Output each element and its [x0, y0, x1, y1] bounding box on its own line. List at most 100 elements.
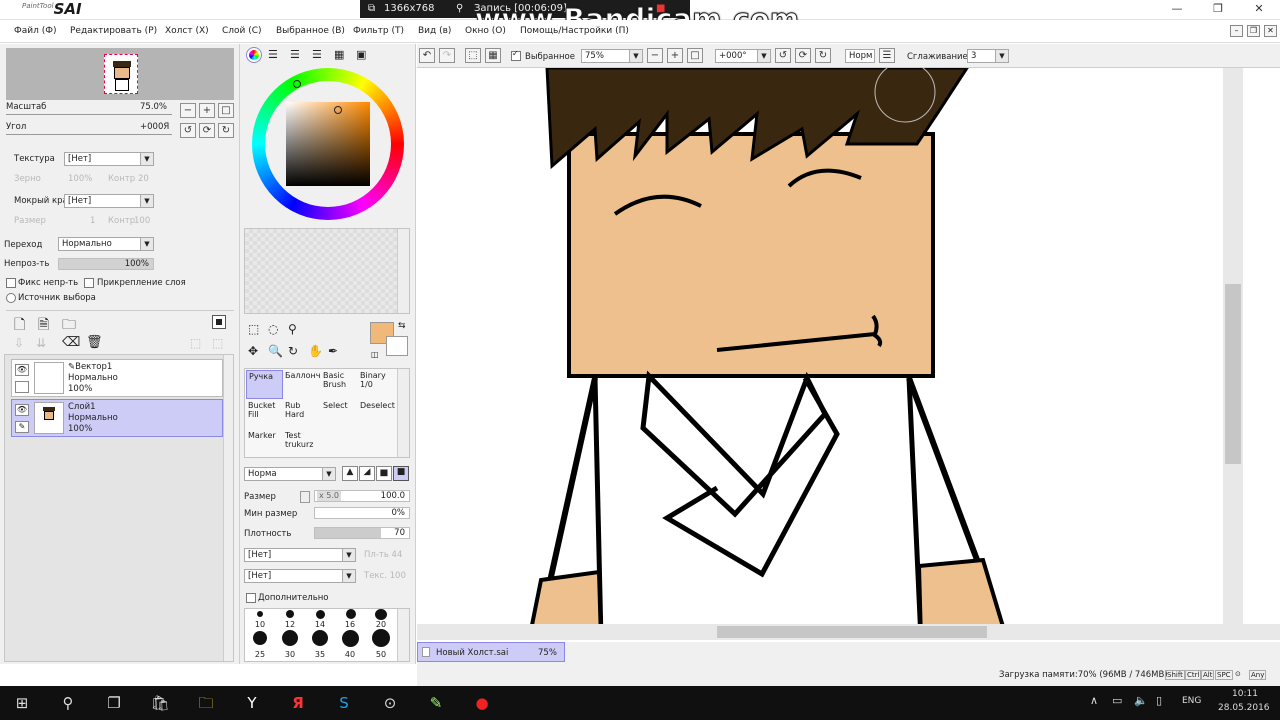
- skype-icon[interactable]: S: [322, 688, 366, 718]
- layer-mask-button[interactable]: [212, 315, 226, 329]
- size-preset-40[interactable]: [342, 630, 359, 647]
- size-preset-12[interactable]: [286, 610, 294, 618]
- scale-slider[interactable]: [6, 114, 172, 115]
- rotate-reset-button[interactable]: ⟳: [199, 123, 215, 138]
- texture-select[interactable]: [Нет] ▼: [64, 152, 154, 166]
- menu-filter[interactable]: Фильтр (Т): [353, 26, 404, 36]
- mdi-close-button[interactable]: ✕: [1264, 25, 1277, 37]
- move-icon[interactable]: ✥: [248, 344, 258, 358]
- layer-lock-box[interactable]: [15, 381, 29, 393]
- hue-marker[interactable]: [293, 80, 301, 88]
- rotate-icon[interactable]: ↻: [288, 344, 298, 358]
- layer-item-vector[interactable]: 👁 ✎Вектор1 Нормально 100%: [11, 359, 223, 397]
- swap-colors-icon[interactable]: ⇆: [398, 321, 406, 331]
- tool-deselect[interactable]: Deselect: [358, 400, 395, 429]
- tray-expand-icon[interactable]: ∧: [1090, 694, 1098, 707]
- tool-pen[interactable]: Ручка: [246, 370, 283, 399]
- clip-layer-checkbox[interactable]: [84, 278, 94, 288]
- lasso-icon[interactable]: ◌: [268, 322, 278, 336]
- size-multiplier[interactable]: x 5.0: [317, 491, 341, 501]
- windows-start-icon[interactable]: ⊞: [0, 688, 44, 718]
- min-size-slider[interactable]: 0%: [314, 507, 410, 519]
- clear-layer-icon[interactable]: ⌫: [62, 335, 80, 350]
- menu-edit[interactable]: Редактировать (Р): [70, 26, 157, 36]
- trash-icon[interactable]: 🗑: [86, 335, 103, 350]
- deselect-button[interactable]: ⬚: [465, 48, 481, 63]
- scratchpad-tab-icon[interactable]: ▣: [356, 48, 366, 61]
- canvas-rotate-reset-button[interactable]: ⟳: [795, 48, 811, 63]
- canvas-zoom-in-button[interactable]: +: [667, 48, 683, 63]
- transfer-down-icon[interactable]: ⇩: [14, 336, 24, 350]
- color-wheel[interactable]: [252, 68, 404, 220]
- undo-button[interactable]: ↶: [419, 48, 435, 63]
- stabilizer-select[interactable]: 3 ▼: [967, 49, 1009, 63]
- zoom-fit-button[interactable]: □: [218, 103, 234, 118]
- blend-select[interactable]: Норма ▼: [244, 467, 336, 481]
- transparent-color-icon[interactable]: ◫: [371, 350, 379, 359]
- shape-soft-icon[interactable]: ◢: [359, 466, 375, 481]
- size-preset-50[interactable]: [372, 629, 390, 647]
- tool-select[interactable]: Select: [321, 400, 358, 429]
- size-slider[interactable]: x 5.0 100.0: [314, 490, 410, 502]
- shape-round-icon[interactable]: ▅: [376, 466, 392, 481]
- search-icon[interactable]: ⚲: [46, 688, 90, 718]
- size-presets-scrollbar[interactable]: [397, 609, 409, 661]
- brush-texture-select[interactable]: [Нет] ▼: [244, 569, 356, 583]
- zoom-icon[interactable]: 🔍: [268, 344, 283, 358]
- mdi-minimize-button[interactable]: –: [1230, 25, 1243, 37]
- zoom-in-button[interactable]: +: [199, 103, 215, 118]
- sv-marker[interactable]: [334, 106, 342, 114]
- yandex-icon[interactable]: Я: [276, 688, 320, 718]
- color-wheel-tab-icon[interactable]: [246, 47, 262, 63]
- secondary-color-swatch[interactable]: [386, 336, 408, 356]
- rect-select-icon[interactable]: ⬚: [248, 322, 259, 336]
- menu-canvas[interactable]: Холст (Х): [165, 26, 209, 36]
- canvas-zoom-out-button[interactable]: −: [647, 48, 663, 63]
- magic-wand-icon[interactable]: ⚲: [288, 322, 297, 336]
- navigator-preview[interactable]: [6, 48, 234, 100]
- density-slider[interactable]: 70: [314, 527, 410, 539]
- size-preset-14[interactable]: [316, 610, 325, 619]
- tool-rub-hard[interactable]: Rub Hard: [283, 400, 320, 429]
- hsv-slider-tab-icon[interactable]: ☰: [290, 48, 300, 61]
- network-icon[interactable]: ▭: [1112, 694, 1122, 707]
- canvas-area[interactable]: [417, 44, 1280, 642]
- view-mode-select[interactable]: Норм: [845, 49, 875, 63]
- scratchpad[interactable]: [244, 228, 410, 314]
- redo-button[interactable]: ↷: [439, 48, 455, 63]
- canvas-tab[interactable]: Новый Холст.sai 75%: [417, 642, 565, 662]
- merge-down-icon[interactable]: ⇊: [36, 336, 46, 350]
- menu-help[interactable]: Помощь/Настройки (П): [520, 26, 629, 36]
- menu-layer[interactable]: Слой (С): [222, 26, 262, 36]
- close-button[interactable]: ✕: [1248, 2, 1270, 18]
- advanced-checkbox[interactable]: [246, 593, 256, 603]
- shape-flat-icon[interactable]: ■: [393, 466, 409, 481]
- drawing-canvas[interactable]: [417, 44, 1280, 642]
- store-icon[interactable]: 🛍: [138, 688, 182, 718]
- layer-mask-apply-icon[interactable]: ⬚: [190, 336, 201, 350]
- task-view-icon[interactable]: ❐: [92, 688, 136, 718]
- invert-selection-button[interactable]: ▦: [485, 48, 501, 63]
- blend-mode-select[interactable]: Нормально ▼: [58, 237, 154, 251]
- color-bar-tab-icon[interactable]: ☰: [312, 48, 322, 61]
- size-lock-button[interactable]: [300, 491, 310, 503]
- size-preset-20[interactable]: [375, 609, 387, 620]
- yandex-browser-icon[interactable]: Y: [230, 688, 274, 718]
- tool-marker[interactable]: Marker: [246, 430, 283, 459]
- canvas-rotate-left-button[interactable]: ↺: [775, 48, 791, 63]
- minimize-button[interactable]: —: [1166, 2, 1188, 18]
- hand-icon[interactable]: ✋: [308, 344, 323, 358]
- volume-icon[interactable]: 🔈: [1134, 694, 1148, 707]
- clock-time[interactable]: 10:11: [1232, 689, 1258, 699]
- eyedropper-icon[interactable]: ✒: [328, 344, 338, 358]
- brush-lock-icon[interactable]: ✎: [15, 421, 29, 433]
- scratchpad-scrollbar[interactable]: [397, 229, 409, 313]
- maximize-button[interactable]: ❐: [1207, 2, 1229, 18]
- swatches-tab-icon[interactable]: ▦: [334, 48, 344, 61]
- tool-binary[interactable]: Binary 1/0: [358, 370, 395, 399]
- visibility-eye-icon[interactable]: 👁: [15, 364, 29, 376]
- layer-item-layer1[interactable]: 👁 ✎ Слой1 Нормально 100%: [11, 399, 223, 437]
- zoom-select[interactable]: 75% ▼: [581, 49, 643, 63]
- menu-view[interactable]: Вид (в): [418, 26, 451, 36]
- selection-checkbox[interactable]: ✓: [511, 49, 521, 61]
